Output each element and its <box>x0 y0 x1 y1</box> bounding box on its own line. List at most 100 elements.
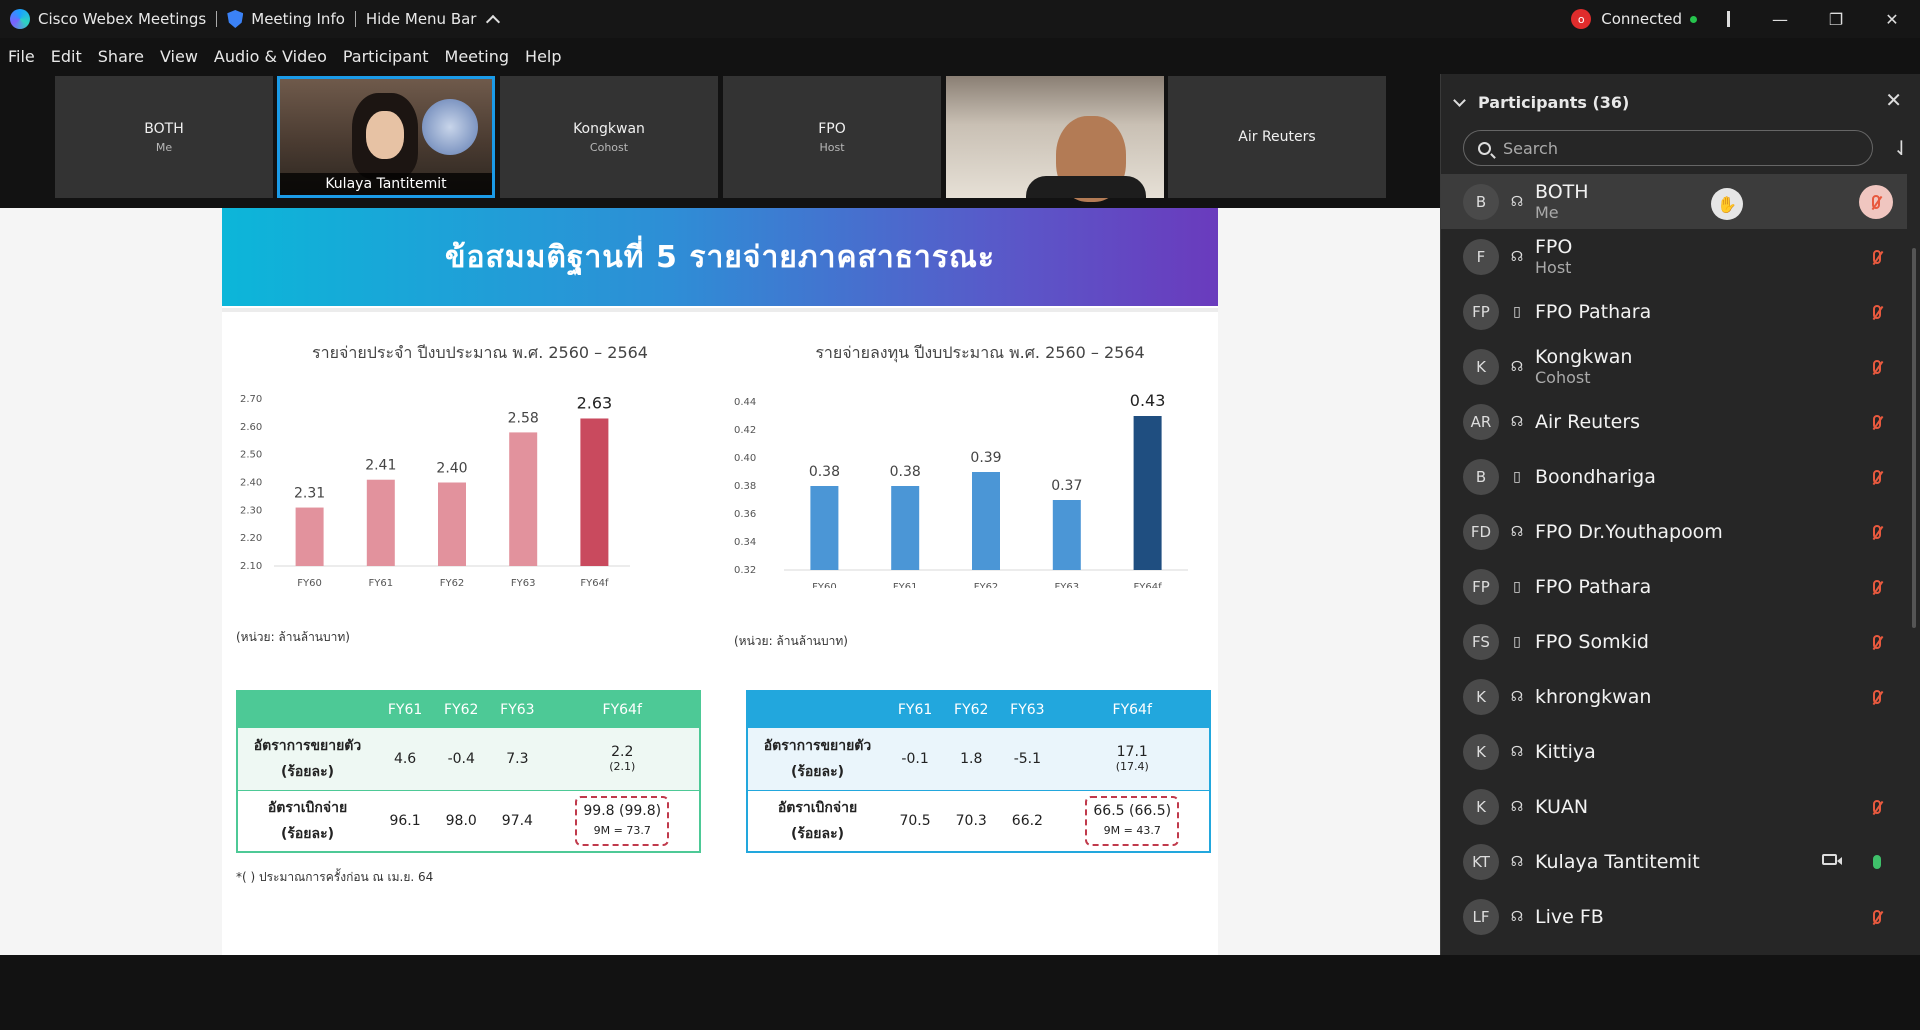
table-row: อัตราเบิกจ่าย (ร้อยละ) 70.5 70.3 66.2 66.5 (6… <box>747 790 1210 852</box>
microphone-muted-icon[interactable] <box>1863 573 1891 601</box>
menu-share[interactable]: Share <box>90 47 152 66</box>
mic-glyph <box>1873 635 1881 649</box>
y-tick-label: 0.42 <box>734 425 756 436</box>
meeting-info-button[interactable]: Meeting Info <box>217 10 355 28</box>
headset-icon: ☊ <box>1510 248 1524 265</box>
y-tick-label: 2.60 <box>240 422 262 433</box>
participant-row[interactable]: K ☊ Kittiya <box>1441 724 1907 779</box>
microphone-muted-icon[interactable] <box>1863 903 1891 931</box>
video-strip: BOTH Me Kulaya Tantitemit Kongkwan Cohos… <box>0 74 1440 208</box>
microphone-muted-icon[interactable] <box>1863 683 1891 711</box>
avatar: K <box>1463 678 1499 715</box>
mic-glyph <box>1873 855 1881 869</box>
data-label: 0.38 <box>809 464 840 480</box>
y-tick-label: 2.20 <box>240 533 262 544</box>
data-label: 0.37 <box>1051 478 1082 494</box>
chevron-down-icon[interactable] <box>1453 93 1466 107</box>
participant-role: Me <box>1535 202 1559 222</box>
microphone-muted-icon[interactable] <box>1863 793 1891 821</box>
menu-edit[interactable]: Edit <box>43 47 90 66</box>
microphone-muted-icon[interactable] <box>1863 353 1891 381</box>
participant-row[interactable]: K ☊ Kongkwan Cohost <box>1441 339 1907 394</box>
mic-glyph <box>1873 525 1881 539</box>
tile-name: FPO <box>818 120 846 137</box>
participant-row[interactable]: AR ☊ Air Reuters <box>1441 394 1907 449</box>
microphone-muted-icon[interactable] <box>1859 185 1893 219</box>
video-feed <box>352 93 418 179</box>
participant-row[interactable]: KT ☊ Kulaya Tantitemit <box>1441 834 1907 889</box>
bottom-area <box>0 955 1920 1030</box>
participant-name: FPO Pathara <box>1535 300 1652 323</box>
minimize-button[interactable]: — <box>1752 0 1808 38</box>
video-tile-air-reuters[interactable]: Air Reuters <box>1168 76 1386 198</box>
tile-name: Air Reuters <box>1238 129 1316 145</box>
menu-help[interactable]: Help <box>517 47 569 66</box>
microphone-muted-icon[interactable] <box>1863 463 1891 491</box>
video-tile-kongkwan[interactable]: Kongkwan Cohost <box>500 76 718 198</box>
participant-row[interactable]: FP ▯ FPO Pathara <box>1441 559 1907 614</box>
microphone-icon[interactable] <box>1863 848 1891 876</box>
data-label: 0.39 <box>970 450 1001 466</box>
participant-row[interactable]: B ☊ BOTH Me ✋ <box>1441 174 1907 229</box>
table-cell-forecast: 99.8 (99.8) 9M = 73.7 <box>545 790 700 852</box>
close-panel-icon[interactable]: ✕ <box>1885 88 1902 112</box>
sort-icon[interactable]: ⇃ <box>1893 136 1910 160</box>
participant-row[interactable]: K ☊ khrongkwan <box>1441 669 1907 724</box>
participant-row[interactable]: B ▯ Boondhariga <box>1441 449 1907 504</box>
headset-icon: ☊ <box>1510 853 1524 870</box>
menu-participant[interactable]: Participant <box>335 47 437 66</box>
participants-title: Participants (36) <box>1478 92 1630 112</box>
menu-meeting[interactable]: Meeting <box>437 47 518 66</box>
row-label-unit: (ร้อยละ) <box>280 763 335 780</box>
microphone-muted-icon[interactable] <box>1863 408 1891 436</box>
forecast-extra: 9M = 43.7 <box>1103 823 1161 837</box>
close-button[interactable]: ✕ <box>1864 0 1920 38</box>
avatar: KT <box>1463 843 1499 880</box>
forecast-extra: (2.1) <box>609 760 636 774</box>
participant-name: Boondhariga <box>1535 465 1656 488</box>
tile-role: Me <box>155 140 173 154</box>
chart-title: รายจ่ายลงทุน ปีงบประมาณ พ.ศ. 2560 – 2564 <box>815 343 1144 363</box>
mic-glyph <box>1873 470 1881 484</box>
table-cell: 7.3 <box>506 750 529 767</box>
participants-panel: Participants (36) ✕ Search ⇃ B ☊ BOTH Me ✋ F ☊… <box>1440 74 1920 955</box>
headset-icon: ☊ <box>1510 798 1524 815</box>
menu-file[interactable]: File <box>0 47 43 66</box>
menu-audio-video[interactable]: Audio & Video <box>206 47 335 66</box>
headset-icon: ☊ <box>1510 908 1524 925</box>
participant-info: khrongkwan <box>1535 686 1651 708</box>
microphone-muted-icon[interactable] <box>1863 298 1891 326</box>
microphone-muted-icon[interactable] <box>1863 628 1891 656</box>
search-input[interactable]: Search <box>1463 130 1873 166</box>
restore-button[interactable]: ❐ <box>1808 0 1864 38</box>
data-label: 0.38 <box>890 464 921 480</box>
participant-row[interactable]: FS ▯ FPO Somkid <box>1441 614 1907 669</box>
participant-row[interactable]: K ☊ KUAN <box>1441 779 1907 834</box>
y-tick-label: 2.50 <box>240 450 262 461</box>
scrollbar[interactable] <box>1912 248 1916 628</box>
avatar: K <box>1463 348 1499 385</box>
avatar: LF <box>1463 898 1499 935</box>
shield-icon <box>227 10 244 28</box>
video-tile-fpo[interactable]: FPO Host <box>723 76 941 198</box>
participant-row[interactable]: LF ☊ Live FB <box>1441 889 1907 944</box>
avatar: B <box>1463 183 1499 220</box>
participant-row[interactable]: FP ▯ FPO Pathara <box>1441 284 1907 339</box>
footnote: *( ) ประมาณการครั้งก่อน ณ เม.ย. 64 <box>236 870 434 884</box>
hide-menu-bar-button[interactable]: Hide Menu Bar <box>356 10 509 29</box>
video-tile-both[interactable]: BOTH Me <box>55 76 273 198</box>
avatar: K <box>1463 733 1499 770</box>
video-tile-camera[interactable] <box>946 76 1164 202</box>
participant-row[interactable]: FD ☊ FPO Dr.Youthapoom <box>1441 504 1907 559</box>
menu-view[interactable]: View <box>152 47 206 66</box>
bar-fy61 <box>366 479 395 566</box>
recording-indicator-icon[interactable]: o <box>1571 9 1592 29</box>
raise-hand-icon[interactable]: ✋ <box>1711 188 1743 220</box>
microphone-muted-icon[interactable] <box>1863 243 1891 271</box>
video-tile-kulaya[interactable]: Kulaya Tantitemit <box>277 76 495 198</box>
x-tick-label: FY63 <box>1055 582 1080 588</box>
participant-row[interactable]: F ☊ FPO Host <box>1441 229 1907 284</box>
unit-label-left: (หน่วย: ล้านล้านบาท) <box>236 630 350 644</box>
microphone-muted-icon[interactable] <box>1863 518 1891 546</box>
mic-glyph <box>1873 250 1881 264</box>
